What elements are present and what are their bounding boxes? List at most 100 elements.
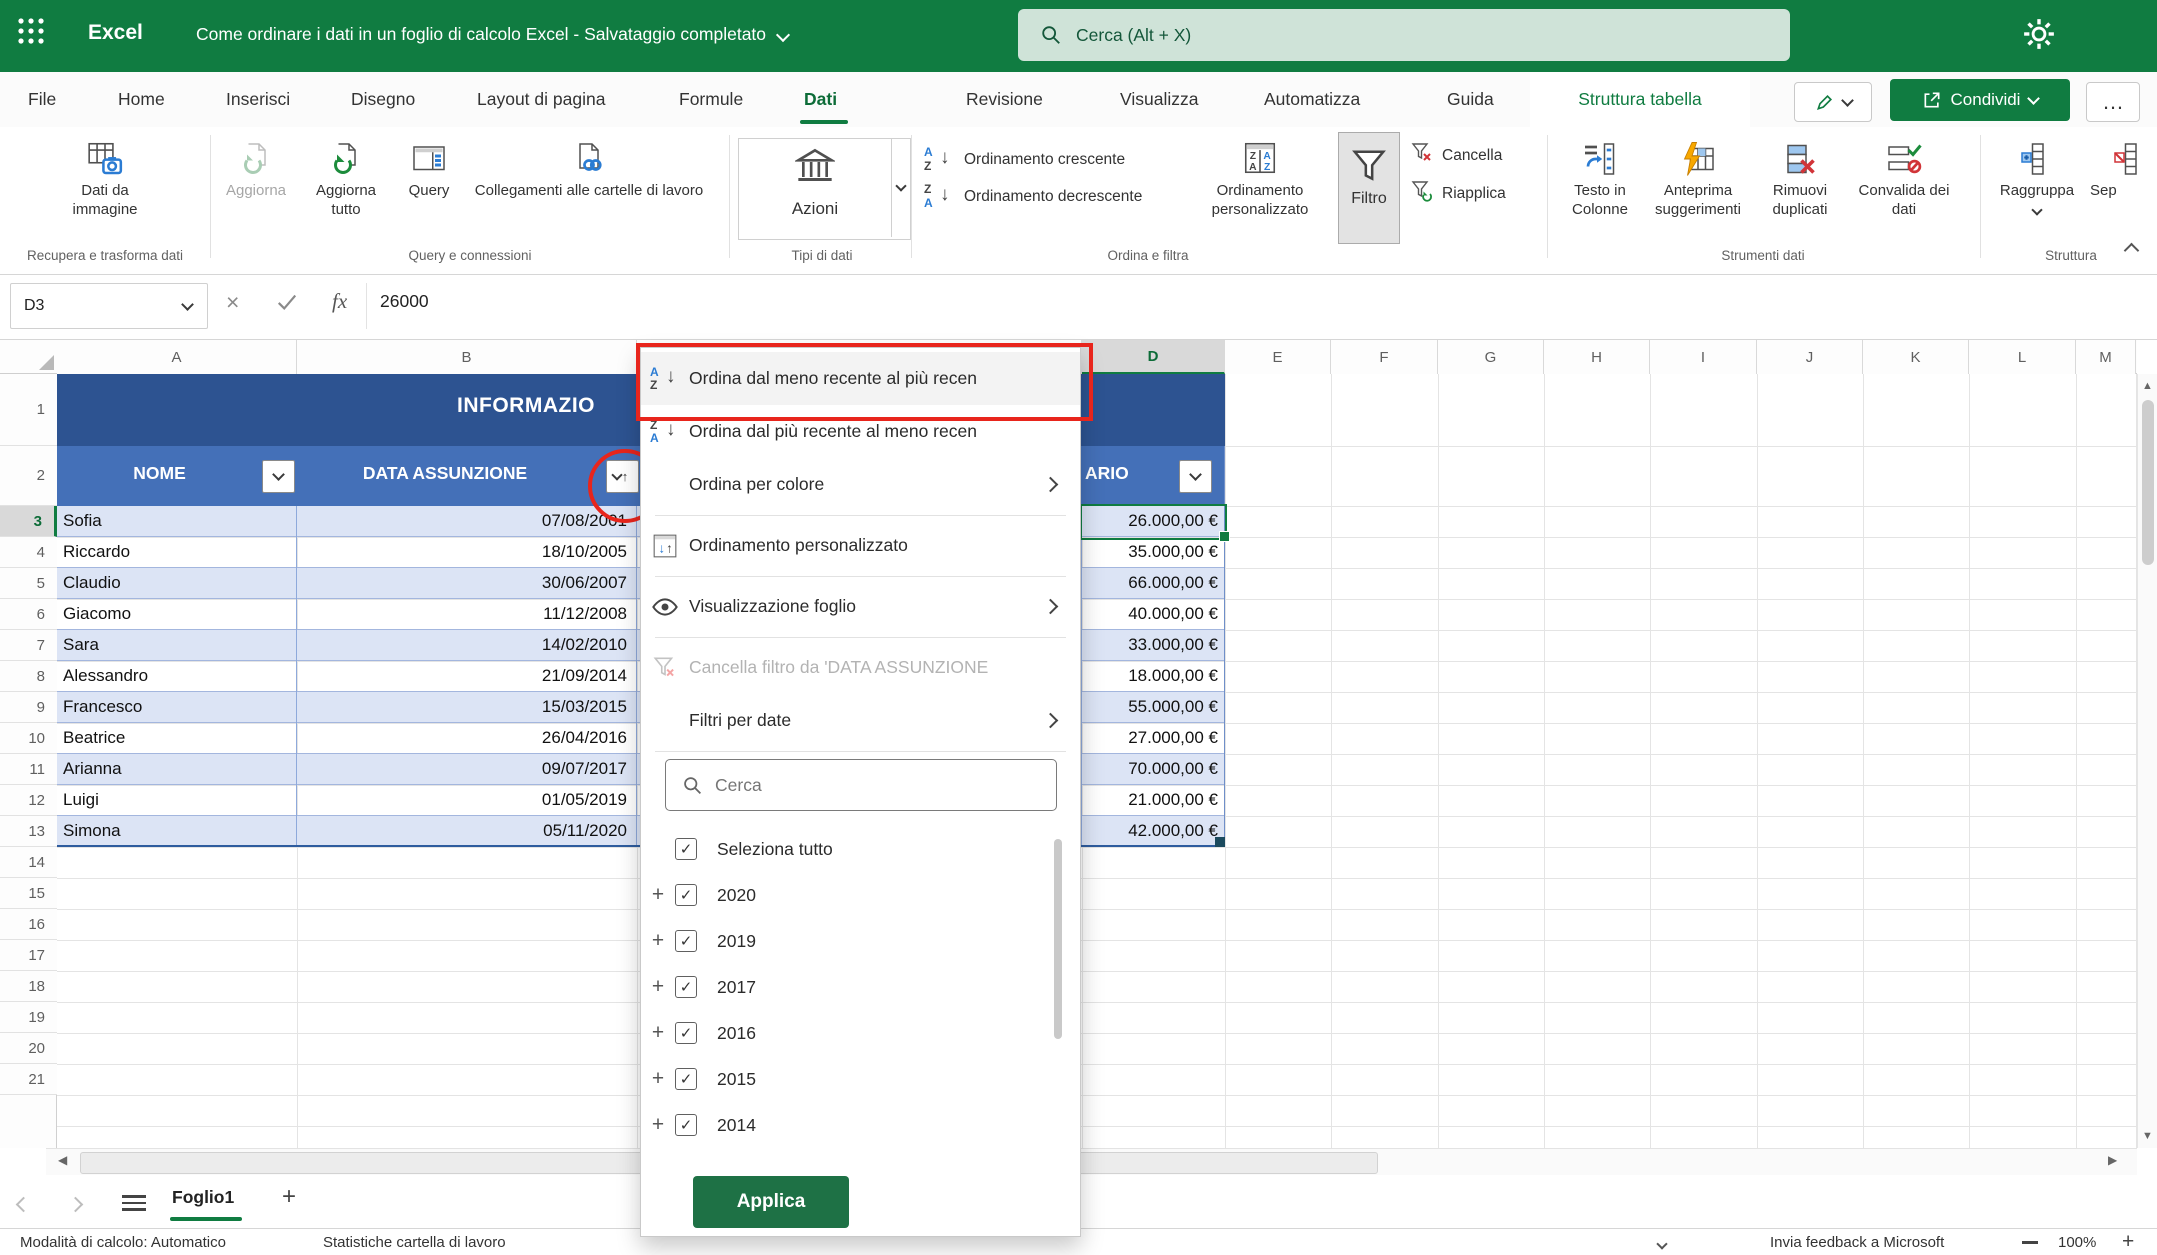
- document-title[interactable]: Come ordinare i dati in un foglio di cal…: [196, 24, 788, 45]
- zoom-in-button[interactable]: +: [2122, 1230, 2134, 1254]
- settings-button[interactable]: [2022, 17, 2060, 55]
- column-header-D[interactable]: D: [1082, 340, 1225, 374]
- all-sheets-button[interactable]: [122, 1191, 146, 1220]
- tab-visualizza[interactable]: Visualizza: [1120, 72, 1198, 127]
- dati-da-immagine-button[interactable]: Dati da immagine: [55, 135, 155, 219]
- cell-salary[interactable]: 33.000,00 €: [1082, 630, 1218, 660]
- expand-year-2017[interactable]: +: [641, 975, 675, 999]
- fill-handle[interactable]: [1219, 531, 1230, 542]
- column-header-F[interactable]: F: [1331, 340, 1438, 374]
- testo-in-colonne-button[interactable]: Testo in Colonne: [1556, 135, 1644, 219]
- calc-mode-status[interactable]: Modalità di calcolo: Automatico: [20, 1234, 226, 1251]
- cell-hire-date[interactable]: 07/08/2001: [297, 506, 627, 536]
- row-header-17[interactable]: 17: [0, 940, 57, 971]
- tab-layout-di-pagina[interactable]: Layout di pagina: [477, 72, 605, 127]
- expand-year-2016[interactable]: +: [641, 1021, 675, 1045]
- tab-guida[interactable]: Guida: [1447, 72, 1494, 127]
- collegamenti-cartelle-button[interactable]: Collegamenti alle cartelle di lavoro: [463, 135, 715, 200]
- cell-name[interactable]: Sofia: [63, 506, 102, 536]
- row-header-16[interactable]: 16: [0, 909, 57, 940]
- tab-disegno[interactable]: Disegno: [351, 72, 415, 127]
- cell-salary[interactable]: 21.000,00 €: [1082, 785, 1218, 815]
- checkbox-checked-icon[interactable]: ✓: [675, 1068, 697, 1090]
- cell-hire-date[interactable]: 09/07/2017: [297, 754, 627, 784]
- row-header-13[interactable]: 13: [0, 816, 57, 847]
- cell-name[interactable]: Riccardo: [63, 537, 130, 567]
- menu-list-scrollbar[interactable]: [1054, 839, 1062, 1039]
- row-header-11[interactable]: 11: [0, 754, 57, 785]
- horizontal-scrollbar[interactable]: ◀ ▶: [46, 1148, 2137, 1176]
- app-launcher-button[interactable]: [16, 16, 58, 56]
- cell-hire-date[interactable]: 11/12/2008: [297, 599, 627, 629]
- cell-name[interactable]: Claudio: [63, 568, 121, 598]
- tab-formule[interactable]: Formule: [679, 72, 743, 127]
- aggiorna-button[interactable]: Aggiorna: [214, 135, 298, 200]
- year-checkbox-row-2019[interactable]: +✓2019: [641, 918, 1061, 964]
- row-header-15[interactable]: 15: [0, 878, 57, 909]
- checkbox-checked-icon[interactable]: ✓: [675, 976, 697, 998]
- query-button[interactable]: Query: [396, 135, 462, 200]
- checkbox-checked-icon[interactable]: ✓: [675, 1022, 697, 1044]
- checkbox-checked-icon[interactable]: ✓: [675, 930, 697, 952]
- ordinamento-personalizzato-button[interactable]: Z A A Z Ordinamento personalizzato: [1195, 135, 1325, 219]
- separa-button[interactable]: Sep: [2090, 135, 2157, 200]
- cell-name[interactable]: Arianna: [63, 754, 122, 784]
- row-header-4[interactable]: 4: [0, 537, 57, 568]
- tab-automatizza[interactable]: Automatizza: [1264, 72, 1360, 127]
- row-header-10[interactable]: 10: [0, 723, 57, 754]
- column-header-I[interactable]: I: [1650, 340, 1757, 374]
- zoom-out-button[interactable]: [2022, 1241, 2038, 1244]
- aggiorna-tutto-button[interactable]: Aggiorna tutto: [300, 135, 392, 219]
- expand-year-2019[interactable]: +: [641, 929, 675, 953]
- cell-name[interactable]: Sara: [63, 630, 99, 660]
- confirm-entry-button[interactable]: [276, 291, 298, 318]
- cell-name[interactable]: Luigi: [63, 785, 99, 815]
- status-chevron-button[interactable]: [1658, 1235, 1666, 1252]
- cell-name[interactable]: Alessandro: [63, 661, 148, 691]
- expand-year-2015[interactable]: +: [641, 1067, 675, 1091]
- salario-filter-button[interactable]: [1179, 460, 1212, 493]
- sheet-tab-foglio1[interactable]: Foglio1: [172, 1187, 234, 1208]
- cancel-entry-button[interactable]: ×: [226, 289, 239, 316]
- menu-search-input[interactable]: Cerca: [665, 759, 1057, 811]
- global-search-input[interactable]: Cerca (Alt + X): [1018, 9, 1790, 61]
- cell-salary[interactable]: 66.000,00 €: [1082, 568, 1218, 598]
- select-all-button[interactable]: [0, 340, 58, 373]
- tab-dati[interactable]: Dati: [804, 72, 837, 127]
- tab-struttura-tabella[interactable]: Struttura tabella: [1530, 72, 1750, 127]
- cancella-filtro-button[interactable]: Cancella: [1410, 141, 1502, 170]
- cell-hire-date[interactable]: 01/05/2019: [297, 785, 627, 815]
- cell-salary[interactable]: 42.000,00 €: [1082, 816, 1218, 846]
- row-header-9[interactable]: 9: [0, 692, 57, 723]
- row-header-5[interactable]: 5: [0, 568, 57, 599]
- column-header-L[interactable]: L: [1969, 340, 2076, 374]
- edit-mode-button[interactable]: [1794, 82, 1872, 122]
- scroll-right-icon[interactable]: ▶: [2108, 1153, 2117, 1167]
- expand-year-2014[interactable]: +: [641, 1113, 675, 1137]
- vertical-scroll-thumb[interactable]: [2142, 400, 2154, 565]
- ordinamento-crescente-button[interactable]: AZ↓ Ordinamento crescente: [922, 145, 1125, 175]
- table-resize-handle[interactable]: [1215, 837, 1225, 847]
- row-header-3[interactable]: 3: [0, 506, 57, 537]
- filtro-button[interactable]: Filtro: [1338, 132, 1400, 244]
- checkbox-checked-icon[interactable]: ✓: [675, 838, 697, 860]
- row-header-14[interactable]: 14: [0, 847, 57, 878]
- row-header-21[interactable]: 21: [0, 1064, 57, 1095]
- column-header-J[interactable]: J: [1757, 340, 1863, 374]
- row-header-6[interactable]: 6: [0, 599, 57, 630]
- menu-item-date-filters[interactable]: Filtri per date: [641, 694, 1080, 747]
- cell-hire-date[interactable]: 30/06/2007: [297, 568, 627, 598]
- cell-salary[interactable]: 27.000,00 €: [1082, 723, 1218, 753]
- row-header-8[interactable]: 8: [0, 661, 57, 692]
- column-header-A[interactable]: A: [57, 340, 297, 374]
- azioni-gallery[interactable]: Azioni: [738, 138, 911, 240]
- cell-salary[interactable]: 35.000,00 €: [1082, 537, 1218, 567]
- cell-hire-date[interactable]: 21/09/2014: [297, 661, 627, 691]
- tab-revisione[interactable]: Revisione: [966, 72, 1043, 127]
- cell-hire-date[interactable]: 14/02/2010: [297, 630, 627, 660]
- select-all-checkbox-row[interactable]: ✓ Seleziona tutto: [641, 826, 1061, 872]
- cell-hire-date[interactable]: 26/04/2016: [297, 723, 627, 753]
- workbook-stats-button[interactable]: Statistiche cartella di lavoro: [323, 1234, 506, 1251]
- expand-year-2020[interactable]: +: [641, 883, 675, 907]
- riapplica-filtro-button[interactable]: Riapplica: [1410, 179, 1506, 208]
